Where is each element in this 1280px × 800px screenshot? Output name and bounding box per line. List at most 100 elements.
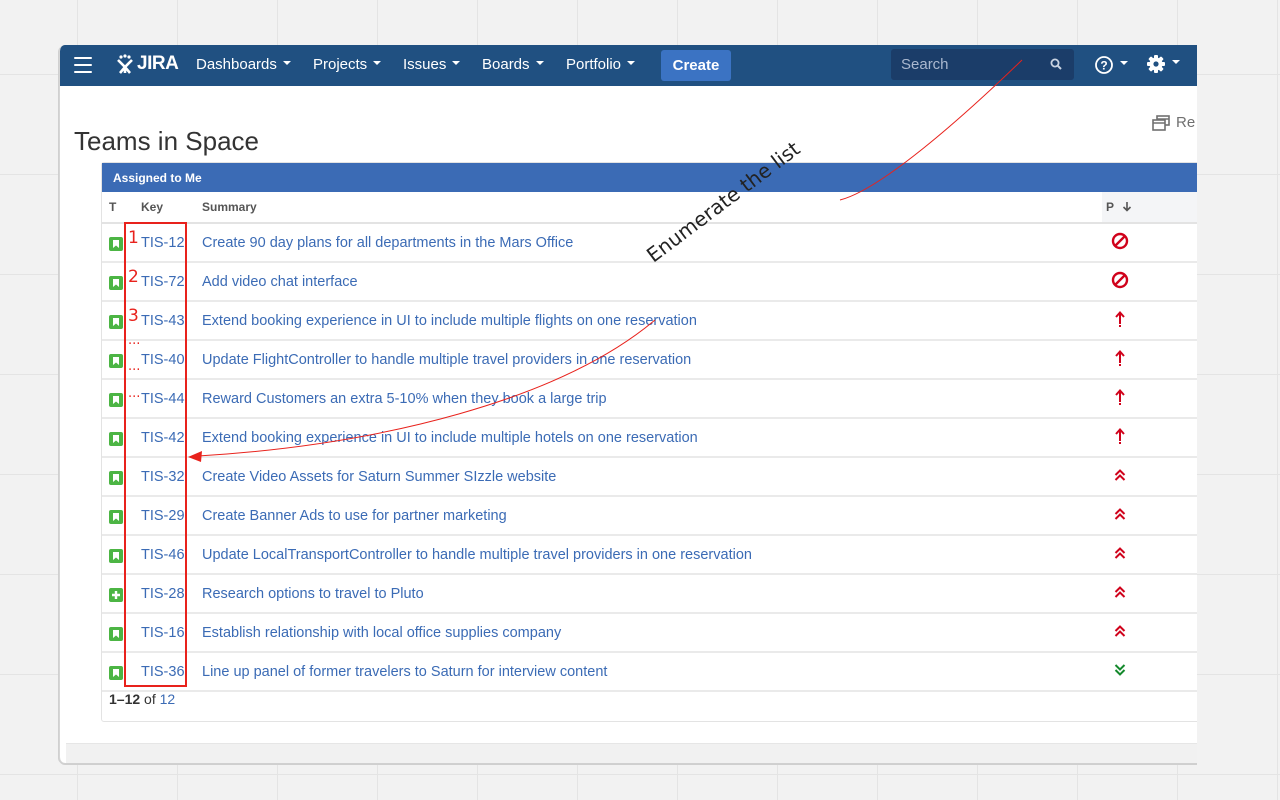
table-row[interactable]: TIS-44 Reward Customers an extra 5-10% wh… bbox=[102, 379, 1197, 419]
story-type-icon bbox=[109, 431, 123, 446]
search-input[interactable] bbox=[891, 49, 1051, 80]
column-header-summary[interactable]: Summary bbox=[202, 192, 1102, 224]
issue-key-link[interactable]: TIS-12 bbox=[141, 235, 185, 251]
issue-priority-cell bbox=[1102, 535, 1197, 575]
table-row[interactable]: TIS-32 Create Video Assets for Saturn Sum… bbox=[102, 457, 1197, 497]
issue-summary-link[interactable]: Line up panel of former travelers to Sat… bbox=[202, 664, 607, 680]
table-row[interactable]: TIS-72 Add video chat interface bbox=[102, 262, 1197, 302]
issue-priority-cell bbox=[1102, 340, 1197, 380]
issue-summary-link[interactable]: Research options to travel to Pluto bbox=[202, 586, 424, 602]
pagination-range: 1–12 bbox=[109, 691, 141, 707]
nav-portfolio[interactable]: Portfolio bbox=[566, 56, 636, 73]
issue-key-link[interactable]: TIS-36 bbox=[141, 664, 185, 680]
svg-text:?: ? bbox=[1100, 59, 1107, 73]
jira-logo[interactable]: JIRA bbox=[115, 53, 179, 75]
issue-summary-cell: Update FlightController to handle multip… bbox=[202, 340, 1102, 380]
priority-major-icon bbox=[1110, 546, 1130, 563]
table-row[interactable]: TIS-16 Establish relationship with local … bbox=[102, 613, 1197, 653]
nav-projects[interactable]: Projects bbox=[313, 56, 382, 73]
nav-dashboards[interactable]: Dashboards bbox=[196, 56, 291, 73]
nav-issues[interactable]: Issues bbox=[403, 56, 461, 73]
issue-type-cell bbox=[102, 535, 141, 575]
issue-key-link[interactable]: TIS-32 bbox=[141, 469, 185, 485]
priority-major-icon bbox=[1110, 585, 1130, 602]
window-bottom-bar bbox=[66, 743, 1197, 763]
issue-key-cell: TIS-28 bbox=[141, 574, 202, 614]
table-row[interactable]: TIS-29 Create Banner Ads to use for partn… bbox=[102, 496, 1197, 536]
table-row[interactable]: TIS-28 Research options to travel to Plut… bbox=[102, 574, 1197, 614]
search-icon[interactable] bbox=[1050, 58, 1062, 70]
story-type-icon bbox=[109, 392, 123, 407]
story-type-icon bbox=[109, 236, 123, 251]
hamburger-menu-icon[interactable] bbox=[74, 57, 92, 73]
issue-key-link[interactable]: TIS-72 bbox=[141, 274, 185, 290]
nav-issues-label: Issues bbox=[403, 56, 447, 73]
issue-key-cell: TIS-44 bbox=[141, 379, 202, 419]
search-box bbox=[891, 49, 1074, 80]
issue-summary-link[interactable]: Update FlightController to handle multip… bbox=[202, 352, 691, 368]
priority-major-icon bbox=[1110, 468, 1130, 485]
priority-blocker-icon bbox=[1110, 271, 1130, 292]
issue-priority-cell bbox=[1102, 301, 1197, 341]
issue-key-link[interactable]: TIS-29 bbox=[141, 508, 185, 524]
create-button[interactable]: Create bbox=[661, 50, 731, 81]
story-type-icon bbox=[109, 470, 123, 485]
issue-key-cell: TIS-46 bbox=[141, 535, 202, 575]
nav-portfolio-label: Portfolio bbox=[566, 56, 622, 73]
table-row[interactable]: TIS-40 Update FlightController to handle … bbox=[102, 340, 1197, 380]
issue-summary-link[interactable]: Create 90 day plans for all departments … bbox=[202, 235, 573, 251]
caret-down-icon bbox=[282, 61, 291, 66]
issue-summary-link[interactable]: Extend booking experience in UI to inclu… bbox=[202, 313, 697, 329]
gadget-title: Assigned to Me bbox=[102, 163, 1197, 192]
issue-type-cell bbox=[102, 301, 141, 341]
caret-down-icon bbox=[452, 61, 461, 66]
table-row[interactable]: TIS-36 Line up panel of former travelers … bbox=[102, 652, 1197, 692]
nav-boards[interactable]: Boards bbox=[482, 56, 544, 73]
issue-key-link[interactable]: TIS-16 bbox=[141, 625, 185, 641]
column-header-priority[interactable]: P bbox=[1102, 192, 1197, 224]
issue-priority-cell bbox=[1102, 223, 1197, 263]
issue-summary-cell: Update LocalTransportController to handl… bbox=[202, 535, 1102, 575]
issue-key-link[interactable]: TIS-43 bbox=[141, 313, 185, 329]
table-row[interactable]: TIS-42 Extend booking experience in UI to… bbox=[102, 418, 1197, 458]
issue-key-link[interactable]: TIS-46 bbox=[141, 547, 185, 563]
issue-key-link[interactable]: TIS-28 bbox=[141, 586, 185, 602]
nav-projects-label: Projects bbox=[313, 56, 368, 73]
issue-summary-link[interactable]: Create Video Assets for Saturn Summer SI… bbox=[202, 469, 556, 485]
sort-descending-icon bbox=[1123, 202, 1132, 212]
pagination-info: 1–12 of 12 bbox=[109, 691, 175, 707]
issue-type-cell bbox=[102, 379, 141, 419]
issue-key-cell: TIS-43 bbox=[141, 301, 202, 341]
issue-summary-link[interactable]: Extend booking experience in UI to inclu… bbox=[202, 430, 698, 446]
issue-key-cell: TIS-42 bbox=[141, 418, 202, 458]
issue-key-cell: TIS-29 bbox=[141, 496, 202, 536]
settings-menu[interactable] bbox=[1146, 54, 1180, 74]
issue-type-cell bbox=[102, 457, 141, 497]
column-header-key[interactable]: Key bbox=[141, 192, 202, 224]
page-title: Teams in Space bbox=[74, 126, 259, 157]
story-type-icon bbox=[109, 353, 123, 368]
restore-button[interactable]: Re bbox=[1152, 114, 1195, 131]
issue-priority-cell bbox=[1102, 496, 1197, 536]
issue-summary-link[interactable]: Add video chat interface bbox=[202, 274, 358, 290]
issue-summary-link[interactable]: Update LocalTransportController to handl… bbox=[202, 547, 752, 563]
help-menu[interactable]: ? bbox=[1094, 55, 1128, 75]
table-row[interactable]: TIS-46 Update LocalTransportController to… bbox=[102, 535, 1197, 575]
issue-key-link[interactable]: TIS-44 bbox=[141, 391, 185, 407]
table-row[interactable]: TIS-12 Create 90 day plans for all depart… bbox=[102, 223, 1197, 263]
issue-summary-link[interactable]: Reward Customers an extra 5-10% when the… bbox=[202, 391, 607, 407]
issue-type-cell bbox=[102, 262, 141, 302]
issue-key-link[interactable]: TIS-42 bbox=[141, 430, 185, 446]
issue-key-link[interactable]: TIS-40 bbox=[141, 352, 185, 368]
issue-summary-link[interactable]: Establish relationship with local office… bbox=[202, 625, 561, 641]
issue-summary-cell: Establish relationship with local office… bbox=[202, 613, 1102, 653]
column-header-type[interactable]: T bbox=[102, 192, 141, 224]
table-row[interactable]: TIS-43 Extend booking experience in UI to… bbox=[102, 301, 1197, 341]
nav-dashboards-label: Dashboards bbox=[196, 56, 277, 73]
caret-down-icon bbox=[627, 61, 636, 66]
caret-down-icon bbox=[373, 61, 382, 66]
issue-summary-link[interactable]: Create Banner Ads to use for partner mar… bbox=[202, 508, 507, 524]
table-header-row: T Key Summary P bbox=[102, 192, 1197, 224]
pagination-total-link[interactable]: 12 bbox=[160, 691, 176, 707]
priority-critical-icon bbox=[1110, 349, 1130, 370]
